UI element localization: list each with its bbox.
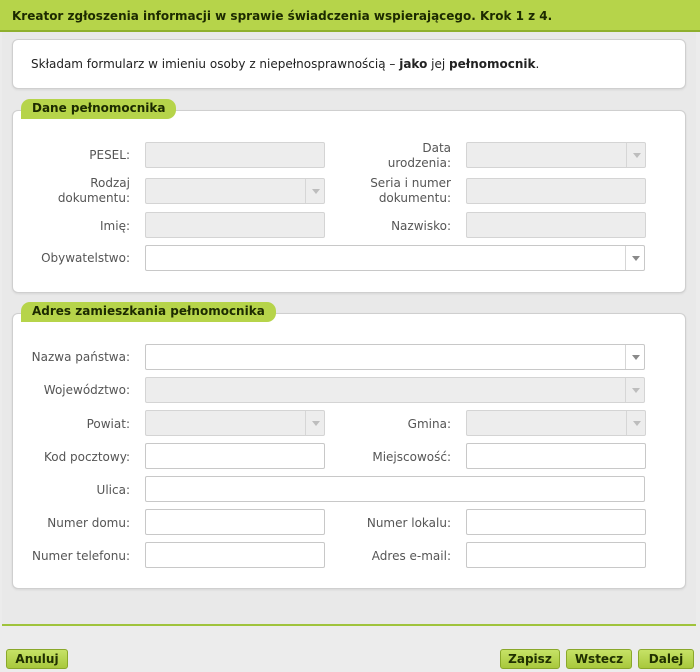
chevron-down-icon: [626, 411, 645, 435]
intro-suffix: .: [535, 57, 540, 71]
proxy-data-legend: Dane pełnomocnika: [21, 99, 177, 119]
back-button[interactable]: Wstecz: [566, 649, 632, 669]
doc-number-field[interactable]: [466, 178, 646, 204]
intro-jako: jako: [399, 57, 428, 71]
phone-label: Numer telefonu:: [31, 549, 130, 563]
country-label: Nazwa państwa:: [31, 350, 130, 364]
intro-text: Składam formularz w imieniu osoby z niep…: [31, 57, 539, 71]
postal-code-field[interactable]: [145, 443, 325, 469]
pesel-field[interactable]: [145, 142, 325, 168]
country-select[interactable]: [145, 344, 645, 370]
chevron-down-icon: [626, 143, 645, 167]
first-name-label: Imię:: [100, 219, 130, 233]
phone-field[interactable]: [145, 542, 325, 568]
voivodeship-select[interactable]: [145, 377, 645, 403]
proxy-address-legend: Adres zamieszkania pełnomocnika: [21, 302, 276, 322]
district-label: Powiat:: [86, 417, 130, 431]
doc-number-label: Seria i numer dokumentu:: [370, 176, 451, 205]
birth-date-label: Data urodzenia:: [387, 141, 451, 170]
intro-role: pełnomocnik: [449, 57, 536, 71]
district-select[interactable]: [145, 410, 325, 436]
email-field[interactable]: [466, 542, 646, 568]
save-button[interactable]: Zapisz: [500, 649, 560, 669]
last-name-field[interactable]: [466, 212, 646, 238]
intro-prefix: Składam formularz w imieniu osoby z niep…: [31, 57, 400, 71]
postal-code-label: Kod pocztowy:: [43, 450, 130, 464]
chevron-down-icon: [625, 246, 644, 270]
doc-type-label: Rodzaj dokumentu:: [57, 176, 130, 205]
cancel-button[interactable]: Anuluj: [6, 649, 68, 669]
commune-label: Gmina:: [407, 417, 451, 431]
house-number-label: Numer domu:: [47, 516, 130, 530]
commune-select[interactable]: [466, 410, 646, 436]
email-label: Adres e-mail:: [371, 549, 451, 563]
voivodeship-label: Województwo:: [43, 383, 130, 397]
apartment-number-label: Numer lokalu:: [366, 516, 451, 530]
doc-type-select[interactable]: [145, 178, 325, 204]
street-label: Ulica:: [96, 483, 130, 497]
chevron-down-icon: [625, 345, 644, 369]
street-field[interactable]: [145, 476, 645, 502]
citizenship-select[interactable]: [145, 245, 645, 271]
citizenship-label: Obywatelstwo:: [41, 251, 130, 265]
intro-panel: Składam formularz w imieniu osoby z niep…: [12, 39, 686, 89]
first-name-field[interactable]: [145, 212, 325, 238]
last-name-label: Nazwisko:: [391, 219, 451, 233]
chevron-down-icon: [305, 179, 324, 203]
pesel-label: PESEL:: [89, 148, 130, 162]
city-label: Miejscowość:: [372, 450, 451, 464]
chevron-down-icon: [305, 411, 324, 435]
wizard-title: Kreator zgłoszenia informacji w sprawie …: [0, 0, 700, 32]
city-field[interactable]: [466, 443, 646, 469]
next-button[interactable]: Dalej: [638, 649, 694, 669]
house-number-field[interactable]: [145, 509, 325, 535]
chevron-down-icon: [625, 378, 644, 402]
birth-date-select[interactable]: [466, 142, 646, 168]
intro-middle: jej: [427, 57, 450, 71]
apartment-number-field[interactable]: [466, 509, 646, 535]
